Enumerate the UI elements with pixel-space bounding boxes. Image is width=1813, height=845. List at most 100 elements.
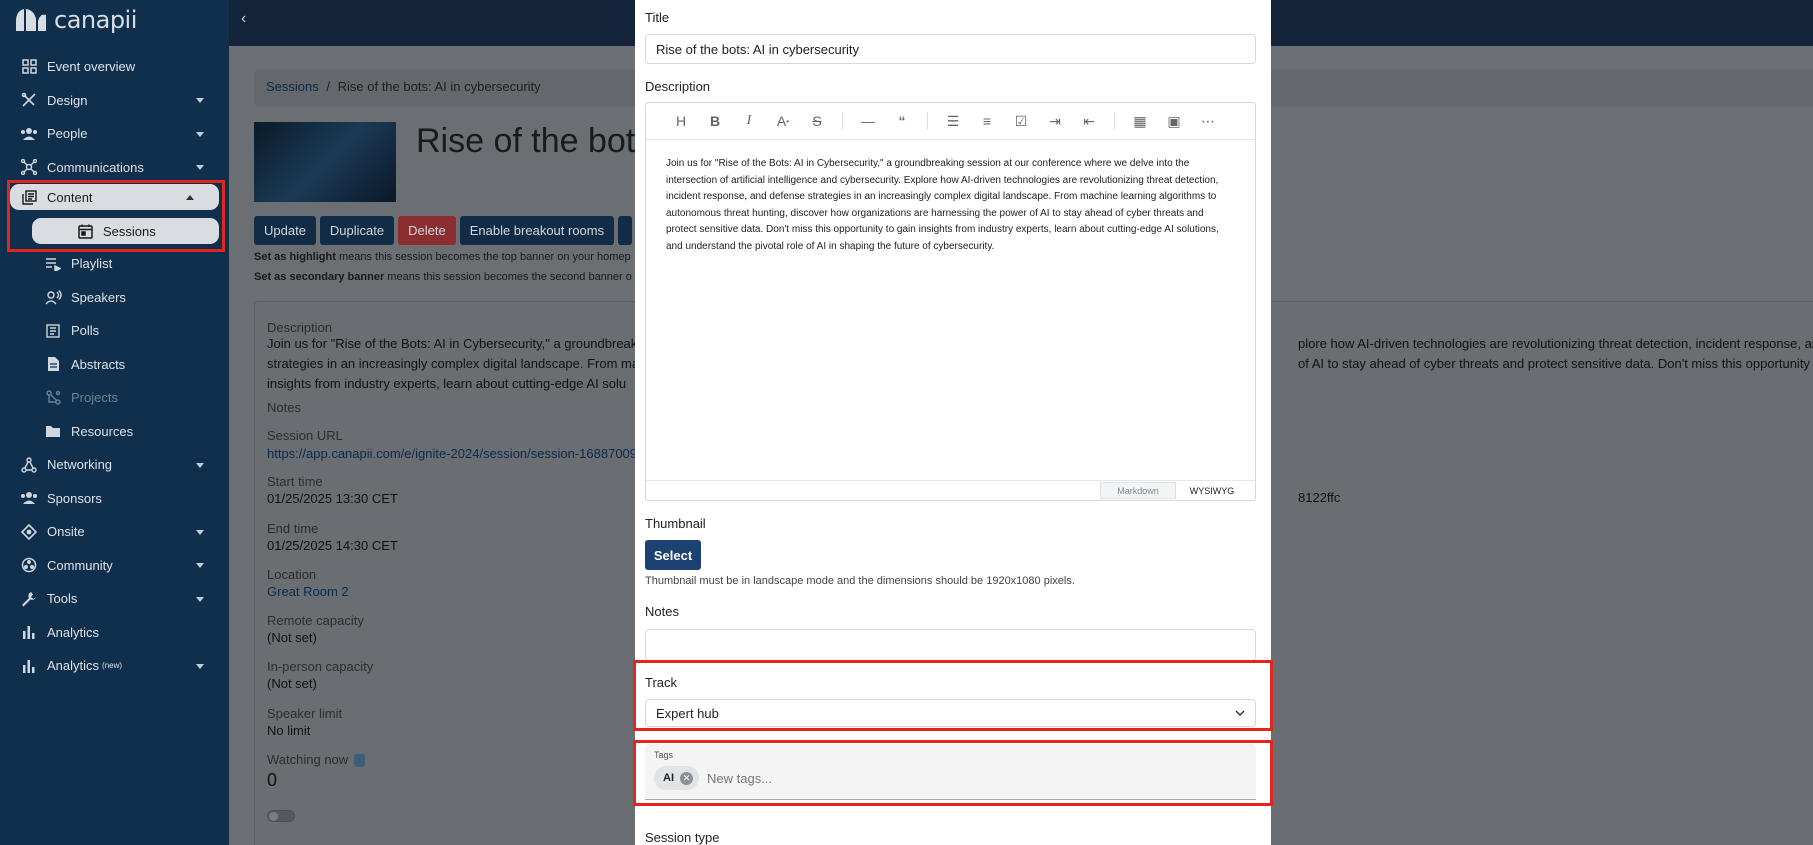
sidebar-item-networking[interactable]: Networking [0,448,229,482]
heading-icon[interactable]: H [664,109,698,133]
start-time-value: 01/25/2025 13:30 CET [267,491,398,506]
end-time-value: 01/25/2025 14:30 CET [267,538,398,553]
start-time-label: Start time [267,474,323,489]
sidebar-item-label: Abstracts [71,356,126,372]
bold-icon[interactable]: B [698,109,732,133]
logo-text: canapii [54,6,137,34]
blockquote-icon[interactable]: “ [885,109,919,133]
text-color-icon[interactable]: A • [766,109,800,133]
outdent-icon[interactable]: ⇤ [1072,109,1106,133]
toolbar-divider [927,112,928,130]
playlist-icon [44,255,62,273]
description-right-line-1: plore how AI-driven technologies are rev… [1298,336,1813,351]
editor-content[interactable]: Join us for "Rise of the Bots: AI in Cyb… [646,140,1255,255]
sidebar-item-resources[interactable]: Resources [0,415,229,449]
sidebar-item-abstracts[interactable]: Abstracts [0,348,229,382]
session-toggle[interactable] [267,810,295,822]
description-line-3: insights from industry experts, learn ab… [267,376,627,391]
sidebar-item-label: Community [47,557,113,573]
sidebar-item-analytics-new[interactable]: Analytics (new) [0,649,229,683]
wrench-icon [20,590,38,608]
session-url-tail: 8122ffc [1298,490,1341,505]
markdown-tab[interactable]: Markdown [1100,482,1176,499]
strikethrough-icon[interactable]: S [800,109,834,133]
secondary-note-text: means this session becomes the second ba… [384,271,632,283]
notes-label: Notes [645,604,679,619]
speaker-limit-value: No limit [267,723,311,738]
sidebar-item-speakers[interactable]: Speakers [0,281,229,315]
page-title: Rise of the bots [416,122,653,160]
project-icon [44,389,62,407]
document-icon [44,355,62,373]
update-button[interactable]: Update [254,216,316,245]
session-type-label: Session type [645,830,720,845]
sidebar-item-community[interactable]: Community [0,549,229,583]
chevron-down-icon [196,529,204,535]
title-label: Title [645,10,670,25]
more-button[interactable] [618,216,633,245]
sidebar-item-design[interactable]: Design [0,84,229,118]
location-link[interactable]: Great Room 2 [267,584,349,599]
breadcrumb-separator: / [326,79,330,94]
sidebar-item-label: Tools [47,591,78,607]
speaker-icon [44,288,62,306]
select-thumbnail-button[interactable]: Select [645,540,701,570]
indent-icon[interactable]: ⇥ [1038,109,1072,133]
more-options-icon[interactable]: ⋯ [1191,109,1225,133]
speaker-limit-label: Speaker limit [267,706,343,721]
sidebar: canapii Event overview Design People Com… [0,0,229,845]
sidebar-item-label: Analytics [47,658,100,674]
session-url-link[interactable]: https://app.canapii.com/e/ignite-2024/se… [267,446,637,461]
sidebar-item-people[interactable]: People [0,117,229,151]
image-icon[interactable]: ▣ [1157,109,1191,133]
notes-input[interactable] [645,629,1256,661]
breadcrumb-sessions-link[interactable]: Sessions [266,79,319,94]
bullet-list-icon[interactable]: ☰ [936,109,970,133]
wysiwyg-tab[interactable]: WYSIWYG [1177,482,1247,499]
enable-breakout-rooms-button[interactable]: Enable breakout rooms [459,216,615,245]
delete-button[interactable]: Delete [398,216,456,245]
folder-icon [44,422,62,440]
sidebar-item-event-overview[interactable]: Event overview [0,50,229,84]
chevron-down-icon [196,131,204,137]
toolbar-divider [842,112,843,130]
people-icon [20,125,38,143]
network-icon [20,456,38,474]
italic-icon[interactable]: I [732,109,766,133]
breadcrumb-current: Rise of the bots: AI in cybersecurity [337,79,541,94]
sidebar-item-label: Design [47,92,88,108]
duplicate-button[interactable]: Duplicate [319,216,395,245]
hub-icon [20,158,38,176]
sidebar-item-projects[interactable]: Projects [0,381,229,415]
info-icon[interactable] [353,754,365,768]
sidebar-item-analytics[interactable]: Analytics [0,616,229,650]
canapii-logo[interactable]: canapii [14,4,137,36]
table-icon[interactable]: ▦ [1123,109,1157,133]
sidebar-item-label: Projects [71,390,118,406]
task-list-icon[interactable]: ☑ [1004,109,1038,133]
description-right-line-2: of AI to stay ahead of cyber threats and… [1298,356,1813,371]
sidebar-item-communications[interactable]: Communications [0,151,229,185]
numbered-list-icon[interactable]: ≡ [970,109,1004,133]
sidebar-item-polls[interactable]: Polls [0,314,229,348]
title-input[interactable]: Rise of the bots: AI in cybersecurity [645,34,1256,64]
toolbar-divider [1114,112,1115,130]
editor-toolbar: H B I A • S — “ ☰ ≡ ☑ ⇥ ⇤ ▦ ▣ ⋯ [646,103,1255,140]
sidebar-item-tools[interactable]: Tools [0,582,229,616]
collapse-sidebar-icon[interactable]: ‹ [241,10,246,28]
sidebar-item-onsite[interactable]: Onsite [0,515,229,549]
remote-capacity-value: (Not set) [267,630,317,645]
bar-chart-icon [20,623,38,641]
horizontal-rule-icon[interactable]: — [851,109,885,133]
sidebar-item-label: Polls [71,323,100,339]
chevron-down-icon [196,165,204,171]
content-sessions-highlight [7,180,225,252]
community-icon [20,556,38,574]
description-label: Description [267,320,333,335]
sponsors-icon [20,489,38,507]
action-buttons: Update Duplicate Delete Enable breakout … [254,216,633,245]
secondary-note-term: Set as secondary banner [254,271,385,283]
sidebar-item-sponsors[interactable]: Sponsors [0,482,229,516]
sidebar-item-playlist[interactable]: Playlist [0,247,229,281]
grid-icon [20,58,38,76]
